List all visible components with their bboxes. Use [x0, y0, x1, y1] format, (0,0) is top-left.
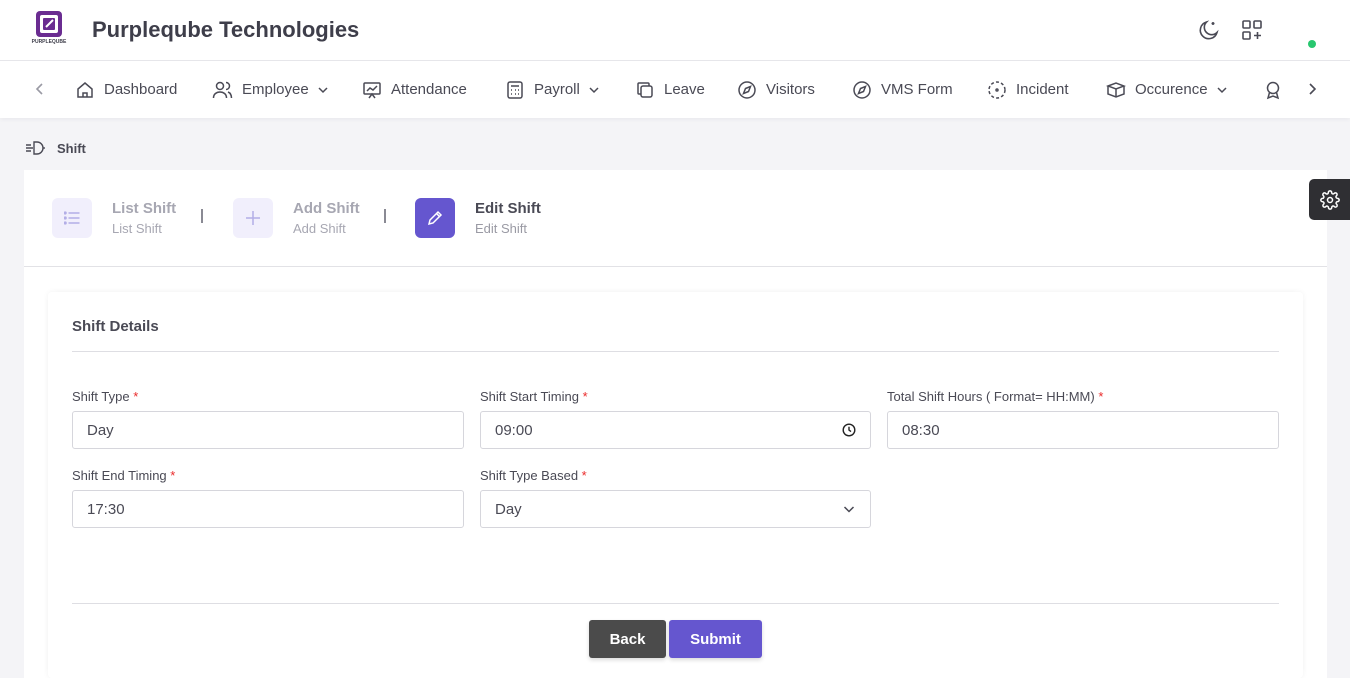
divider — [72, 351, 1279, 352]
nav-label: Attendance — [391, 81, 467, 98]
settings-toggle[interactable] — [1309, 179, 1350, 220]
nav-label: Payroll — [534, 81, 580, 98]
pencil-icon — [415, 198, 455, 238]
focus-icon — [988, 80, 1006, 99]
submit-button[interactable]: Submit — [669, 620, 762, 658]
compass-icon — [738, 80, 756, 99]
step-subtitle: Add Shift — [293, 221, 346, 236]
presentation-chart-icon — [363, 81, 381, 98]
required-mark: * — [582, 389, 588, 404]
shift-type-based-select[interactable]: Day — [480, 490, 871, 528]
step-title: List Shift — [112, 200, 177, 217]
step-separator — [384, 209, 386, 223]
shift-type-field: Shift Type * Day — [72, 389, 464, 449]
total-hours-field: Total Shift Hours ( Format= HH:MM) * 08:… — [887, 389, 1279, 449]
step-subtitle: Edit Shift — [475, 221, 528, 236]
field-label: Shift Start Timing * — [480, 389, 588, 404]
online-status-dot — [1308, 40, 1316, 48]
nav-item-attendance[interactable]: Attendance — [362, 61, 467, 118]
field-label: Shift Type * — [72, 389, 139, 404]
company-name: Purpleqube Technologies — [92, 17, 360, 42]
step-separator — [201, 209, 203, 223]
field-label: Shift End Timing * — [72, 468, 176, 483]
shift-details-form: Shift Details Shift Type * Day Shift Sta… — [48, 292, 1303, 678]
total-hours-input[interactable]: 08:30 — [887, 411, 1279, 449]
nav-label: Dashboard — [104, 81, 178, 98]
nav-item-leave[interactable]: Leave — [635, 61, 705, 118]
field-label: Total Shift Hours ( Format= HH:MM) * — [887, 389, 1104, 404]
required-mark: * — [1098, 389, 1104, 404]
step-subtitle: List Shift — [112, 221, 162, 236]
box-icon — [1106, 81, 1126, 98]
users-icon — [212, 81, 233, 98]
breadcrumb-label: Shift — [57, 140, 86, 156]
nav-item-payroll[interactable]: Payroll — [505, 61, 600, 118]
logo-text: PURPLEQUBE — [32, 39, 67, 45]
required-mark: * — [581, 468, 587, 483]
nav-label: Occurence — [1135, 81, 1208, 98]
step-title: Edit Shift — [475, 200, 541, 217]
nav-scroll-right-icon[interactable] — [1302, 79, 1322, 99]
nav-item-dashboard[interactable]: Dashboard — [75, 61, 177, 118]
shift-end-input[interactable]: 17:30 — [72, 490, 464, 528]
top-bar: PURPLEQUBE Purpleqube Technologies — [0, 0, 1350, 61]
nav-item-vms-form[interactable]: VMS Form — [852, 61, 953, 118]
field-label: Shift Type Based * — [480, 468, 587, 483]
shift-icon — [26, 141, 45, 155]
step-add-shift[interactable]: Add Shift Add Shift — [233, 198, 360, 238]
shift-card: List Shift List Shift Add Shift Add Shif… — [24, 170, 1327, 678]
nav-item-awards[interactable] — [1263, 61, 1292, 118]
breadcrumb: Shift — [25, 140, 86, 156]
company-logo[interactable]: PURPLEQUBE — [30, 10, 68, 48]
calculator-icon — [507, 80, 523, 99]
form-title: Shift Details — [72, 318, 159, 335]
nav-scroll-left-icon[interactable] — [30, 79, 50, 99]
dark-mode-moon-icon[interactable] — [1197, 18, 1221, 42]
clock-icon[interactable] — [842, 423, 856, 437]
gear-icon — [1319, 189, 1340, 210]
chevron-down-icon — [1217, 86, 1227, 93]
chevron-down-icon — [318, 86, 328, 93]
main-nav: Dashboard Employee Attendance Payroll Le… — [0, 61, 1350, 118]
nav-label: Incident — [1016, 81, 1069, 98]
shift-type-based-field: Shift Type Based * Day — [480, 468, 871, 528]
chevron-down-icon — [589, 86, 599, 93]
back-button[interactable]: Back — [589, 620, 666, 658]
divider — [72, 603, 1279, 604]
award-icon — [1266, 81, 1280, 99]
apps-grid-icon[interactable] — [1240, 18, 1264, 42]
plus-icon — [233, 198, 273, 238]
list-icon — [52, 198, 92, 238]
chevron-down-icon — [843, 506, 855, 513]
shift-end-field: Shift End Timing * 17:30 — [72, 468, 464, 528]
shift-start-field: Shift Start Timing * 09:00 — [480, 389, 871, 449]
step-title: Add Shift — [293, 200, 360, 217]
required-mark: * — [133, 389, 139, 404]
shift-type-input[interactable]: Day — [72, 411, 464, 449]
shift-start-input[interactable]: 09:00 — [480, 411, 871, 449]
nav-label: Employee — [242, 81, 309, 98]
compass-icon — [853, 80, 871, 99]
nav-label: VMS Form — [881, 81, 953, 98]
nav-item-occurence[interactable]: Occurence — [1106, 61, 1228, 118]
home-icon — [77, 81, 93, 98]
nav-label: Visitors — [766, 81, 815, 98]
nav-item-employee[interactable]: Employee — [212, 61, 329, 118]
step-list-shift[interactable]: List Shift List Shift — [52, 198, 176, 238]
step-tabs: List Shift List Shift Add Shift Add Shif… — [24, 170, 1327, 267]
nav-item-incident[interactable]: Incident — [987, 61, 1069, 118]
nav-label: Leave — [664, 81, 705, 98]
step-edit-shift[interactable]: Edit Shift Edit Shift — [415, 198, 541, 238]
nav-item-visitors[interactable]: Visitors — [737, 61, 815, 118]
required-mark: * — [170, 468, 176, 483]
copy-icon — [637, 81, 653, 98]
